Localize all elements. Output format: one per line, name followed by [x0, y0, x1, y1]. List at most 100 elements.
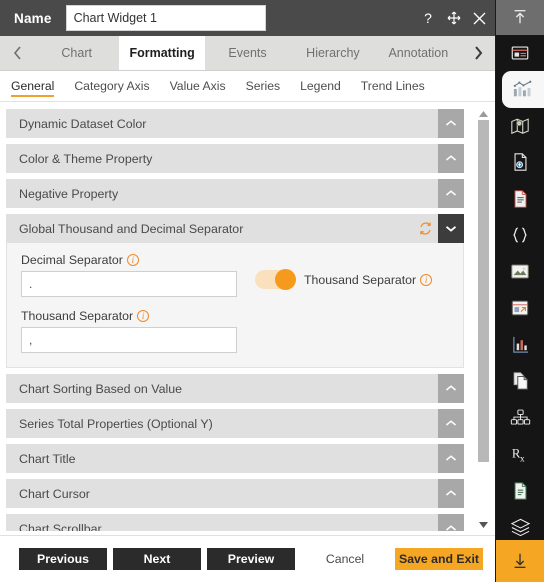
- subtab-series[interactable]: Series: [246, 71, 281, 102]
- tabs-prev-arrow-icon[interactable]: [0, 36, 34, 70]
- accordion-title: Series Total Properties (Optional Y): [19, 416, 213, 431]
- dialog-footer: Previous Next Preview Cancel Save and Ex…: [0, 535, 495, 582]
- svg-text:?: ?: [424, 11, 432, 26]
- hierarchy-icon[interactable]: [496, 400, 544, 437]
- document-settings-icon[interactable]: [496, 144, 544, 181]
- document-icon[interactable]: [496, 181, 544, 218]
- subtab-general[interactable]: General: [11, 71, 55, 102]
- settings-scrollbar[interactable]: [477, 109, 490, 530]
- scroll-up-arrow-icon[interactable]: [477, 109, 490, 120]
- chart-widget-dialog: Name ?: [0, 0, 544, 582]
- map-icon[interactable]: [496, 108, 544, 145]
- chevron-up-icon[interactable]: [438, 479, 464, 508]
- refresh-icon[interactable]: [412, 214, 438, 243]
- info-icon[interactable]: i: [420, 273, 433, 286]
- chevron-up-icon[interactable]: [438, 374, 464, 403]
- accordion-title: Chart Cursor: [19, 486, 90, 501]
- code-braces-icon[interactable]: [496, 217, 544, 254]
- subtab-trend-lines[interactable]: Trend Lines: [361, 71, 425, 102]
- thousand-separator-toggle[interactable]: [255, 269, 296, 290]
- accordion-title: Dynamic Dataset Color: [19, 116, 147, 131]
- svg-text:x: x: [520, 454, 525, 464]
- sub-tab-bar: General Category Axis Value Axis Series …: [0, 71, 495, 102]
- info-icon[interactable]: i: [126, 254, 139, 266]
- previous-button[interactable]: Previous: [19, 548, 107, 570]
- report-icon[interactable]: [496, 473, 544, 510]
- tab-events[interactable]: Events: [204, 36, 291, 70]
- subtab-legend[interactable]: Legend: [300, 71, 341, 102]
- subtab-category-axis[interactable]: Category Axis: [74, 71, 149, 102]
- collapse-up-icon[interactable]: [496, 0, 544, 35]
- prescription-icon[interactable]: R x: [496, 436, 544, 473]
- tab-hierarchy[interactable]: Hierarchy: [290, 36, 376, 70]
- accordion-title: Chart Scrollbar: [19, 521, 102, 532]
- decimal-separator-label: Decimal Separator i: [21, 253, 237, 267]
- thousand-separator-toggle-label: Thousand Separator i: [304, 272, 433, 287]
- bar-chart-icon[interactable]: [496, 327, 544, 364]
- toggle-knob: [275, 269, 296, 290]
- thousand-separator-input[interactable]: [21, 327, 237, 353]
- close-icon[interactable]: [472, 10, 487, 26]
- accordion-title: Global Thousand and Decimal Separator: [19, 221, 244, 236]
- accordion-chart-title[interactable]: Chart Title: [6, 444, 464, 473]
- toggle-label-text: Thousand Separator: [304, 272, 417, 287]
- accordion-title: Chart Title: [19, 451, 76, 466]
- chevron-up-icon[interactable]: [438, 444, 464, 473]
- save-and-exit-button[interactable]: Save and Exit: [395, 548, 483, 570]
- accordion-chart-cursor[interactable]: Chart Cursor: [6, 479, 464, 508]
- main-tab-bar: Chart Formatting Events Hierarchy Annota…: [0, 36, 495, 71]
- move-icon[interactable]: [446, 10, 461, 26]
- download-icon[interactable]: [496, 540, 544, 582]
- tab-formatting[interactable]: Formatting: [119, 36, 205, 70]
- thousand-separator-field: Thousand Separator i: [21, 309, 237, 353]
- chevron-up-icon[interactable]: [438, 144, 464, 173]
- accordion-color-theme-property[interactable]: Color & Theme Property: [6, 144, 464, 173]
- tab-list: Chart Formatting Events Hierarchy Annota…: [34, 36, 462, 70]
- accordion-title: Negative Property: [19, 186, 119, 201]
- cancel-button[interactable]: Cancel: [301, 548, 389, 570]
- titlebar-actions: ?: [420, 0, 487, 36]
- thousand-separator-toggle-group: Thousand Separator i: [255, 269, 433, 290]
- accordion-dynamic-dataset-color[interactable]: Dynamic Dataset Color: [6, 109, 464, 138]
- accordion-global-thousand-decimal-separator[interactable]: Global Thousand and Decimal Separator: [6, 214, 464, 243]
- help-icon[interactable]: ?: [420, 10, 435, 26]
- separator-settings-panel: Decimal Separator i Thousand Separator: [6, 243, 464, 368]
- scrollbar-track[interactable]: [478, 120, 489, 519]
- chevron-up-icon[interactable]: [438, 179, 464, 208]
- info-icon[interactable]: i: [137, 310, 150, 322]
- scrollbar-thumb[interactable]: [478, 120, 489, 462]
- decimal-separator-field: Decimal Separator i: [21, 253, 237, 297]
- window-arrow-icon[interactable]: [496, 290, 544, 327]
- widget-panel-icon[interactable]: [496, 35, 544, 72]
- thousand-separator-label-text: Thousand Separator: [21, 309, 134, 323]
- accordion-list: Dynamic Dataset Color Color & Theme Prop…: [6, 109, 472, 531]
- accordion-series-total-properties[interactable]: Series Total Properties (Optional Y): [6, 409, 464, 438]
- accordion-negative-property[interactable]: Negative Property: [6, 179, 464, 208]
- copy-page-icon[interactable]: [496, 363, 544, 400]
- accordion-title: Color & Theme Property: [19, 151, 153, 166]
- chevron-up-icon[interactable]: [438, 109, 464, 138]
- decimal-separator-input[interactable]: [21, 271, 237, 297]
- scroll-down-arrow-icon[interactable]: [477, 519, 490, 530]
- accordion-chart-scrollbar[interactable]: Chart Scrollbar: [6, 514, 464, 531]
- decimal-separator-label-text: Decimal Separator: [21, 253, 123, 267]
- subtab-value-axis[interactable]: Value Axis: [170, 71, 226, 102]
- tabs-next-arrow-icon[interactable]: [461, 36, 495, 70]
- accordion-chart-sorting-based-on-value[interactable]: Chart Sorting Based on Value: [6, 374, 464, 403]
- chevron-down-icon[interactable]: [438, 214, 464, 243]
- accordion-title: Chart Sorting Based on Value: [19, 381, 183, 396]
- dialog-titlebar: Name ?: [0, 0, 495, 36]
- thousand-separator-label: Thousand Separator i: [21, 309, 237, 323]
- preview-button[interactable]: Preview: [207, 548, 295, 570]
- tab-chart[interactable]: Chart: [34, 36, 120, 70]
- chevron-up-icon[interactable]: [438, 409, 464, 438]
- next-button[interactable]: Next: [113, 548, 201, 570]
- main-panel: Name ?: [0, 0, 496, 582]
- chevron-up-icon[interactable]: [438, 514, 464, 531]
- settings-scroll-body: Dynamic Dataset Color Color & Theme Prop…: [0, 102, 495, 535]
- image-icon[interactable]: [496, 254, 544, 291]
- right-toolbar: R x: [496, 0, 544, 582]
- widget-name-input[interactable]: [65, 5, 266, 31]
- chart-icon[interactable]: [502, 71, 544, 108]
- tab-annotation[interactable]: Annotation: [375, 36, 462, 70]
